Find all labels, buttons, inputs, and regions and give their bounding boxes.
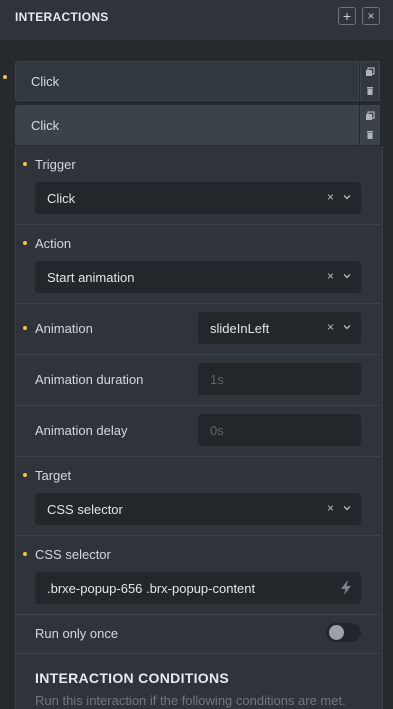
interaction-item[interactable]: Click: [15, 61, 359, 101]
copy-icon[interactable]: [365, 111, 375, 121]
add-interaction-button[interactable]: +: [338, 7, 356, 25]
clear-icon[interactable]: ×: [327, 269, 334, 283]
modified-indicator: [23, 241, 27, 245]
plus-icon: +: [342, 8, 352, 24]
run-only-once-toggle[interactable]: [326, 623, 361, 642]
modified-indicator: [23, 326, 27, 330]
animation-label: Animation: [35, 321, 93, 336]
chevron-down-icon: [343, 195, 351, 200]
divider: [15, 653, 381, 654]
chevron-down-icon: [343, 506, 351, 511]
animation-select[interactable]: slideInLeft ×: [198, 312, 361, 344]
trash-icon[interactable]: [365, 86, 375, 96]
interaction-conditions-description: Run this interaction if the following co…: [35, 693, 346, 708]
modified-indicator: [3, 75, 7, 79]
animation-duration-input[interactable]: 1s: [198, 363, 361, 395]
divider: [15, 303, 381, 304]
chevron-down-icon: [343, 325, 351, 330]
panel-header: INTERACTIONS + ×: [0, 0, 393, 41]
divider: [15, 614, 381, 615]
copy-icon[interactable]: [365, 67, 375, 77]
divider: [15, 535, 381, 536]
modified-indicator: [23, 473, 27, 477]
toggle-knob: [329, 625, 344, 640]
target-value: CSS selector: [47, 502, 123, 517]
animation-value: slideInLeft: [210, 321, 270, 336]
interaction-item-active[interactable]: Click: [15, 105, 359, 145]
animation-delay-label: Animation delay: [35, 423, 128, 438]
action-value: Start animation: [47, 270, 135, 285]
divider: [15, 224, 381, 225]
clear-icon[interactable]: ×: [327, 501, 334, 515]
interaction-actions: [360, 105, 380, 145]
panel-title: INTERACTIONS: [15, 10, 109, 24]
clear-icon[interactable]: ×: [327, 190, 334, 204]
trigger-select[interactable]: Click ×: [35, 182, 361, 214]
animation-duration-placeholder: 1s: [210, 372, 224, 387]
css-selector-label: CSS selector: [35, 547, 111, 562]
chevron-down-icon: [343, 274, 351, 279]
animation-delay-placeholder: 0s: [210, 423, 224, 438]
close-icon: ×: [367, 9, 375, 23]
trigger-value: Click: [47, 191, 76, 206]
interaction-label: Click: [31, 74, 60, 89]
trash-icon[interactable]: [365, 130, 375, 140]
divider: [15, 405, 381, 406]
divider: [15, 456, 381, 457]
interaction-conditions-title: INTERACTION CONDITIONS: [35, 670, 230, 686]
target-select[interactable]: CSS selector ×: [35, 493, 361, 525]
animation-delay-input[interactable]: 0s: [198, 414, 361, 446]
bolt-icon[interactable]: [340, 581, 352, 595]
close-panel-button[interactable]: ×: [362, 7, 380, 25]
divider: [15, 354, 381, 355]
trigger-label: Trigger: [35, 157, 76, 172]
modified-indicator: [23, 162, 27, 166]
interaction-label: Click: [31, 118, 60, 133]
interaction-actions: [360, 61, 380, 101]
modified-indicator: [23, 552, 27, 556]
animation-duration-label: Animation duration: [35, 372, 144, 387]
clear-icon[interactable]: ×: [327, 320, 334, 334]
run-only-once-label: Run only once: [35, 626, 119, 641]
css-selector-value: .brxe-popup-656 .brx-popup-content: [47, 581, 256, 596]
css-selector-input[interactable]: .brxe-popup-656 .brx-popup-content: [35, 572, 361, 604]
action-select[interactable]: Start animation ×: [35, 261, 361, 293]
target-label: Target: [35, 468, 72, 483]
action-label: Action: [35, 236, 72, 251]
